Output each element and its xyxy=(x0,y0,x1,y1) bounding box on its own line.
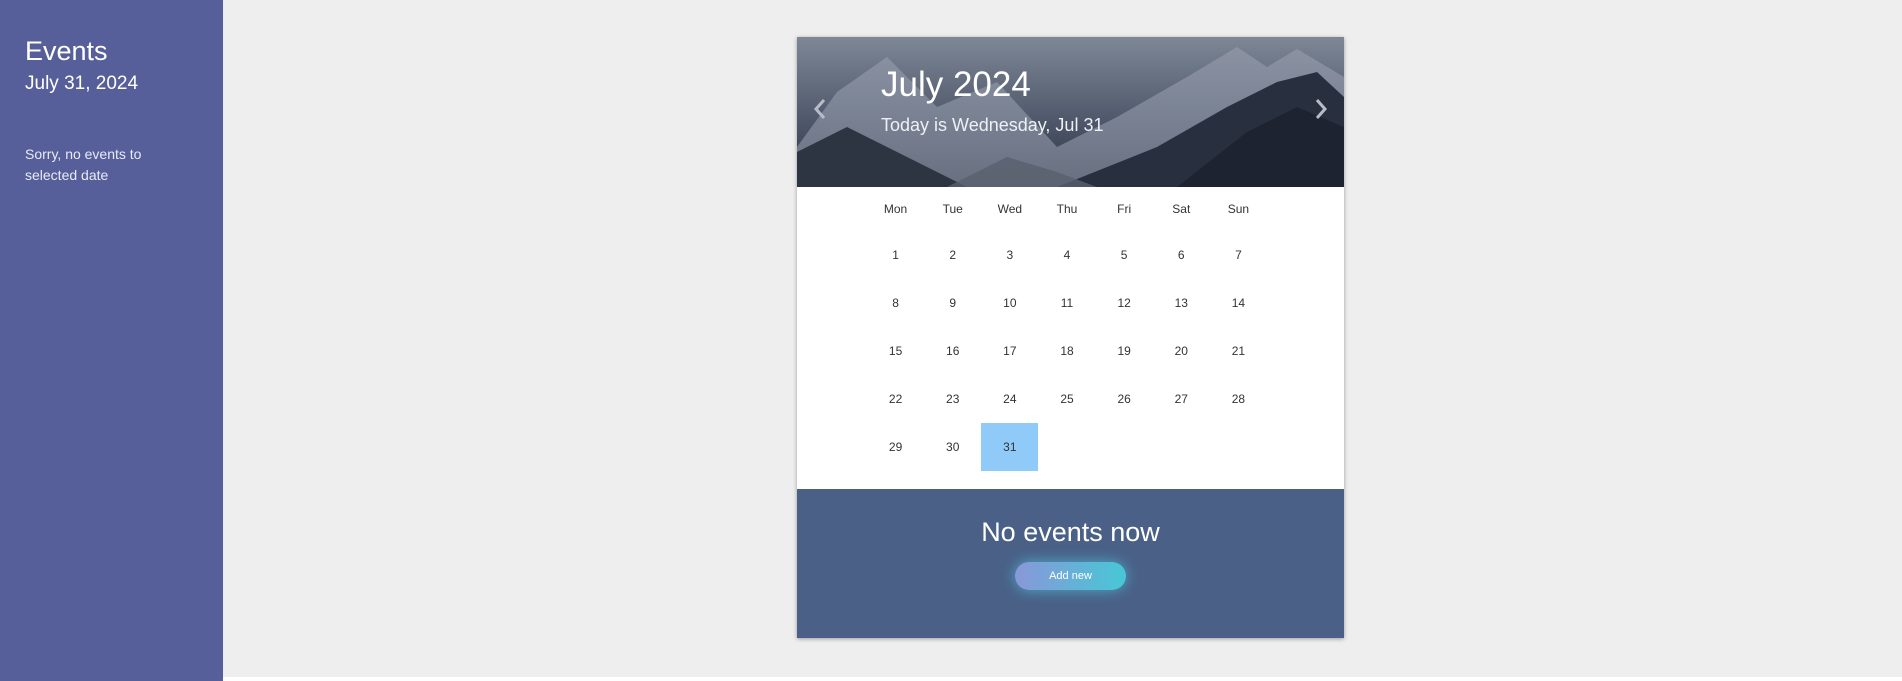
add-new-button[interactable]: Add new xyxy=(1015,562,1126,590)
calendar-day[interactable]: 7 xyxy=(1210,231,1267,279)
weekday-label: Wed xyxy=(997,202,1023,216)
calendar-empty-cell xyxy=(1210,423,1267,471)
calendar-day[interactable]: 12 xyxy=(1096,279,1153,327)
weekday-label: Thu xyxy=(1056,202,1078,216)
calendar-day[interactable]: 18 xyxy=(1038,327,1095,375)
calendar-day[interactable]: 28 xyxy=(1210,375,1267,423)
calendar-day[interactable]: 21 xyxy=(1210,327,1267,375)
calendar-card: July 2024 Today is Wednesday, Jul 31 Mon… xyxy=(797,37,1344,638)
no-events-title: No events now xyxy=(981,517,1160,547)
weekday-label: Fri xyxy=(1117,202,1132,216)
sidebar-title: Events xyxy=(25,36,108,66)
events-sidebar: Events July 31, 2024 Sorry, no events to… xyxy=(0,0,223,681)
calendar-week: 22 23 24 25 26 27 28 xyxy=(867,375,1267,423)
mountain-background-image xyxy=(797,47,1344,187)
calendar-week: 8 9 10 11 12 13 14 xyxy=(867,279,1267,327)
calendar-day[interactable]: 24 xyxy=(981,375,1038,423)
calendar-day[interactable]: 13 xyxy=(1153,279,1210,327)
weekday-label: Tue xyxy=(942,202,963,216)
calendar-header: July 2024 Today is Wednesday, Jul 31 xyxy=(797,37,1344,187)
weekday-label: Mon xyxy=(883,202,908,216)
calendar-empty-cell xyxy=(1038,423,1095,471)
calendar-day[interactable]: 5 xyxy=(1096,231,1153,279)
calendar-day[interactable]: 29 xyxy=(867,423,924,471)
calendar-grid: Mon Tue Wed Thu Fri Sat Sun 1 2 3 4 5 6 … xyxy=(867,187,1267,471)
calendar-day[interactable]: 6 xyxy=(1153,231,1210,279)
calendar-day[interactable]: 26 xyxy=(1096,375,1153,423)
calendar-day[interactable]: 15 xyxy=(867,327,924,375)
today-label: Today is Wednesday, Jul 31 xyxy=(881,115,1104,135)
weekday-label: Sat xyxy=(1172,202,1191,216)
calendar-day[interactable]: 1 xyxy=(867,231,924,279)
calendar-day[interactable]: 25 xyxy=(1038,375,1095,423)
calendar-day[interactable]: 11 xyxy=(1038,279,1095,327)
calendar-day[interactable]: 2 xyxy=(924,231,981,279)
calendar-day[interactable]: 9 xyxy=(924,279,981,327)
calendar-day[interactable]: 19 xyxy=(1096,327,1153,375)
calendar-day[interactable]: 16 xyxy=(924,327,981,375)
next-month-button[interactable] xyxy=(1308,94,1334,124)
calendar-day[interactable]: 10 xyxy=(981,279,1038,327)
calendar-day[interactable]: 30 xyxy=(924,423,981,471)
calendar-day[interactable]: 23 xyxy=(924,375,981,423)
chevron-left-icon xyxy=(813,99,826,119)
calendar-week: 15 16 17 18 19 20 21 xyxy=(867,327,1267,375)
weekday-header: Mon Tue Wed Thu Fri Sat Sun xyxy=(867,187,1267,231)
calendar-day[interactable]: 17 xyxy=(981,327,1038,375)
calendar-empty-cell xyxy=(1153,423,1210,471)
calendar-day-selected[interactable]: 31 xyxy=(981,423,1039,471)
weekday-label: Sun xyxy=(1227,202,1250,216)
calendar-empty-cell xyxy=(1096,423,1153,471)
chevron-right-icon xyxy=(1315,99,1328,119)
previous-month-button[interactable] xyxy=(807,94,833,124)
calendar-week: 29 30 31 xyxy=(867,423,1267,471)
calendar-week: 1 2 3 4 5 6 7 xyxy=(867,231,1267,279)
sidebar-date: July 31, 2024 xyxy=(25,73,139,94)
calendar-day[interactable]: 27 xyxy=(1153,375,1210,423)
events-footer: No events now Add new xyxy=(797,489,1344,638)
calendar-day[interactable]: 8 xyxy=(867,279,924,327)
calendar-day[interactable]: 3 xyxy=(981,231,1038,279)
month-title: July 2024 xyxy=(881,65,1031,104)
calendar-day[interactable]: 22 xyxy=(867,375,924,423)
no-events-message: Sorry, no events to selected date xyxy=(25,146,142,183)
calendar-day[interactable]: 4 xyxy=(1038,231,1095,279)
calendar-day[interactable]: 20 xyxy=(1153,327,1210,375)
calendar-day[interactable]: 14 xyxy=(1210,279,1267,327)
